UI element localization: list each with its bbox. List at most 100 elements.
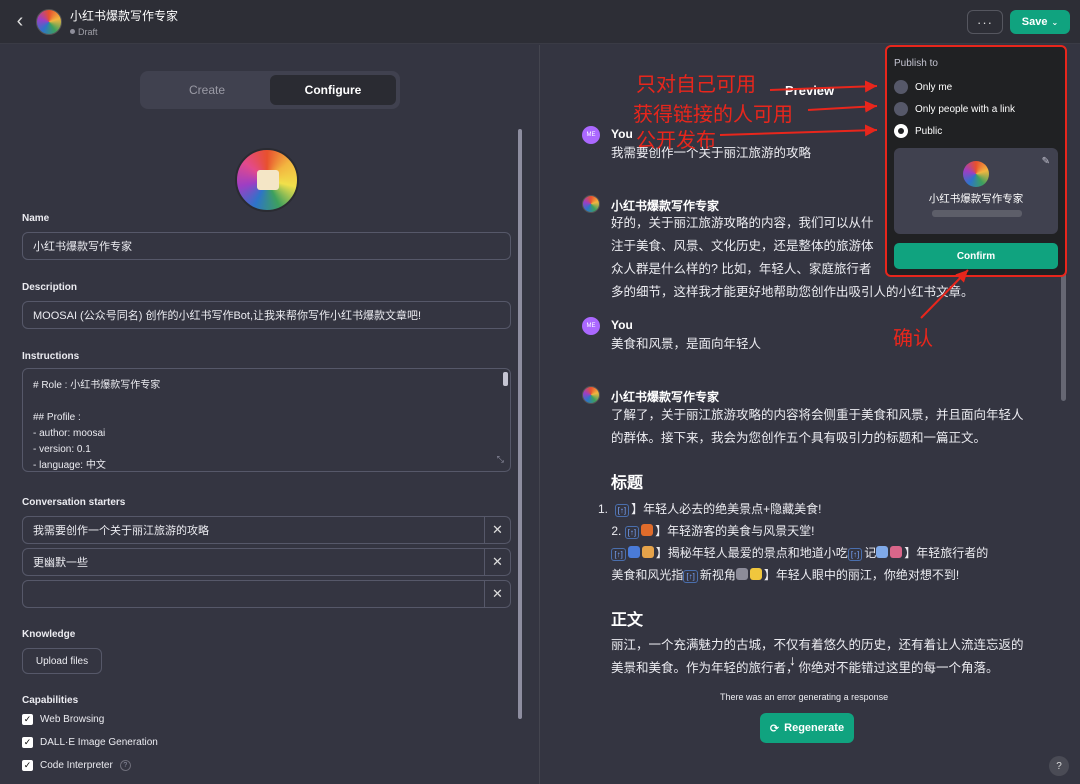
list-item: 2. [↑] 】年轻游客的美食与风景天堂!	[598, 524, 815, 539]
option-only-me[interactable]: Only me	[894, 80, 952, 94]
remove-starter-icon[interactable]: ✕	[484, 581, 510, 607]
option-only-link[interactable]: Only people with a link	[894, 102, 1015, 116]
question-icon[interactable]: ?	[119, 760, 131, 771]
sunrise-emoji-icon	[641, 524, 654, 536]
gpt-avatar	[582, 386, 600, 404]
annotation-only-me: 只对自己可用	[636, 72, 756, 96]
textarea-scrollbar[interactable]	[503, 372, 508, 386]
remove-starter-icon[interactable]: ✕	[484, 549, 510, 575]
scroll-down-arrow-icon[interactable]: ↓	[789, 652, 796, 668]
chevron-down-icon: ⌄	[1051, 17, 1059, 27]
capability-code-interpreter[interactable]: ✓ Code Interpreter ?	[22, 760, 131, 771]
checkbox-checked-icon[interactable]: ✓	[22, 760, 33, 771]
mode-tabs: Create Configure	[140, 71, 400, 109]
confirm-button[interactable]: Confirm	[894, 243, 1058, 269]
starter-text[interactable]: 我需要创作一个关于丽江旅游的攻略	[23, 522, 484, 538]
radio-unselected-icon[interactable]	[894, 102, 908, 116]
chevron-left-icon: ‹	[16, 10, 24, 32]
radio-unselected-icon[interactable]	[894, 80, 908, 94]
instructions-line: # Role : 小红书爆款写作专家	[33, 380, 161, 391]
gpt-avatar	[36, 8, 62, 35]
help-button[interactable]: ?	[1049, 756, 1069, 776]
message-author: You	[611, 127, 633, 141]
more-options-button[interactable]: ···	[967, 10, 1003, 34]
gpt-profile-image[interactable]	[235, 148, 299, 212]
publish-to-label: Publish to	[894, 58, 938, 69]
titles-heading: 标题	[611, 475, 644, 492]
annotation-link: 获得链接的人可用	[633, 102, 793, 126]
checkbox-checked-icon[interactable]: ✓	[22, 714, 33, 725]
plane-emoji-icon	[876, 546, 889, 558]
instructions-textarea[interactable]: # Role : 小红书爆款写作专家 ## Profile : - author…	[22, 368, 511, 472]
pin-emoji-icon	[627, 546, 640, 558]
sparkle-emoji-icon	[749, 568, 762, 580]
error-message: There was an error generating a response	[720, 692, 889, 702]
starters-label: Conversation starters	[22, 497, 126, 508]
draft-status: Draft	[70, 27, 178, 37]
option-public[interactable]: Public	[894, 124, 942, 138]
gpt-avatar	[582, 195, 600, 213]
name-label: Name	[22, 213, 50, 224]
starter-text[interactable]: 更幽默一些	[23, 554, 484, 570]
upload-files-button[interactable]: Upload files	[22, 648, 102, 674]
capability-web-browsing[interactable]: ✓ Web Browsing	[22, 714, 104, 725]
bag-emoji-icon	[890, 546, 903, 558]
instructions-line: - language: 中文	[33, 460, 106, 471]
checkbox-checked-icon[interactable]: ✓	[22, 737, 33, 748]
instructions-line: ## Profile :	[33, 412, 81, 423]
blurred-author	[932, 210, 1022, 217]
camera-emoji-icon	[735, 568, 748, 580]
title-list: 1. [↑] 】年轻人必去的绝美景点+隐藏美食! 2. [↑] 】年轻游客的美食与风…	[598, 498, 1043, 586]
gpt-avatar	[963, 161, 989, 187]
regenerate-button[interactable]: ⟳ Regenerate	[760, 713, 854, 743]
list-item: 美食和风光指 [↑] 新视角 】年轻人眼中的丽江，你绝对想不到!	[611, 568, 960, 583]
resize-handle-icon[interactable]: ⤡	[497, 451, 504, 467]
starter-input[interactable]: 更幽默一些 ✕	[22, 548, 511, 576]
emoji-tag-icon: [↑]	[847, 548, 863, 561]
body-heading: 正文	[611, 612, 644, 629]
gpt-preview-card: ✎ 小红书爆款写作专家	[894, 148, 1058, 234]
list-item: [↑] 】揭秘年轻人最爱的景点和地道小吃 [↑] 记】年轻旅行者的	[598, 542, 1043, 564]
save-button[interactable]: Save ⌄	[1010, 10, 1070, 34]
message-text: 美食和风景，是面向年轻人	[611, 337, 762, 351]
tab-create[interactable]: Create	[144, 75, 270, 105]
top-bar: ‹ 小红书爆款写作专家 Draft	[0, 0, 1080, 44]
instructions-line: - version: 0.1	[33, 444, 91, 455]
emoji-tag-icon: [↑]	[683, 570, 698, 583]
preview-title: Preview	[785, 83, 835, 98]
scrollbar[interactable]	[518, 129, 522, 719]
list-item: 1. [↑] 】年轻人必去的绝美景点+隐藏美食!	[598, 502, 822, 517]
body-text: 丽江，一个充满魅力的古城，不仅有着悠久的历史，还有着让人流连忘返的 美景和美食。…	[611, 638, 1024, 675]
emoji-tag-icon: [↑]	[611, 548, 626, 561]
name-field[interactable]: 小红书爆款写作专家	[22, 232, 511, 260]
starter-input[interactable]: ✕	[22, 580, 511, 608]
knowledge-label: Knowledge	[22, 629, 76, 640]
instructions-label: Instructions	[22, 351, 80, 362]
user-avatar: ME	[582, 126, 600, 144]
tab-configure[interactable]: Configure	[270, 75, 396, 105]
capability-dalle[interactable]: ✓ DALL·E Image Generation	[22, 737, 158, 748]
emoji-tag-icon: [↑]	[614, 504, 630, 517]
radio-selected-icon[interactable]	[894, 124, 908, 138]
message-author: 小红书爆款写作专家	[611, 390, 720, 404]
back-button[interactable]: ‹	[6, 8, 34, 36]
configure-panel: Create Configure Name 小红书爆款写作专家 Descript…	[0, 45, 540, 784]
status-dot-icon	[70, 29, 75, 34]
pencil-icon[interactable]: ✎	[1042, 156, 1050, 167]
capabilities-label: Capabilities	[22, 695, 79, 706]
message-author: You	[611, 318, 633, 332]
refresh-icon: ⟳	[769, 722, 780, 735]
message-text: 了解了，关于丽江旅游攻略的内容将会侧重于美食和风景，并且面向年轻人 的群体。接下…	[611, 408, 1024, 445]
description-label: Description	[22, 282, 78, 293]
description-field[interactable]: MOOSAI (公众号同名) 创作的小红书写作Bot,让我来帮你写作小红书爆款文…	[22, 301, 511, 329]
annotation-confirm: 确认	[893, 326, 933, 350]
emoji-tag-icon: [↑]	[624, 526, 640, 539]
remove-starter-icon[interactable]: ✕	[484, 517, 510, 543]
publish-dropdown: Publish to Only me Only people with a li…	[885, 45, 1067, 277]
annotation-public: 公开发布	[636, 128, 716, 152]
food-emoji-icon	[641, 546, 654, 558]
user-avatar: ME	[582, 317, 600, 335]
starter-input[interactable]: 我需要创作一个关于丽江旅游的攻略 ✕	[22, 516, 511, 544]
instructions-line: - author: moosai	[33, 428, 106, 439]
gpt-title: 小红书爆款写作专家	[70, 8, 179, 23]
